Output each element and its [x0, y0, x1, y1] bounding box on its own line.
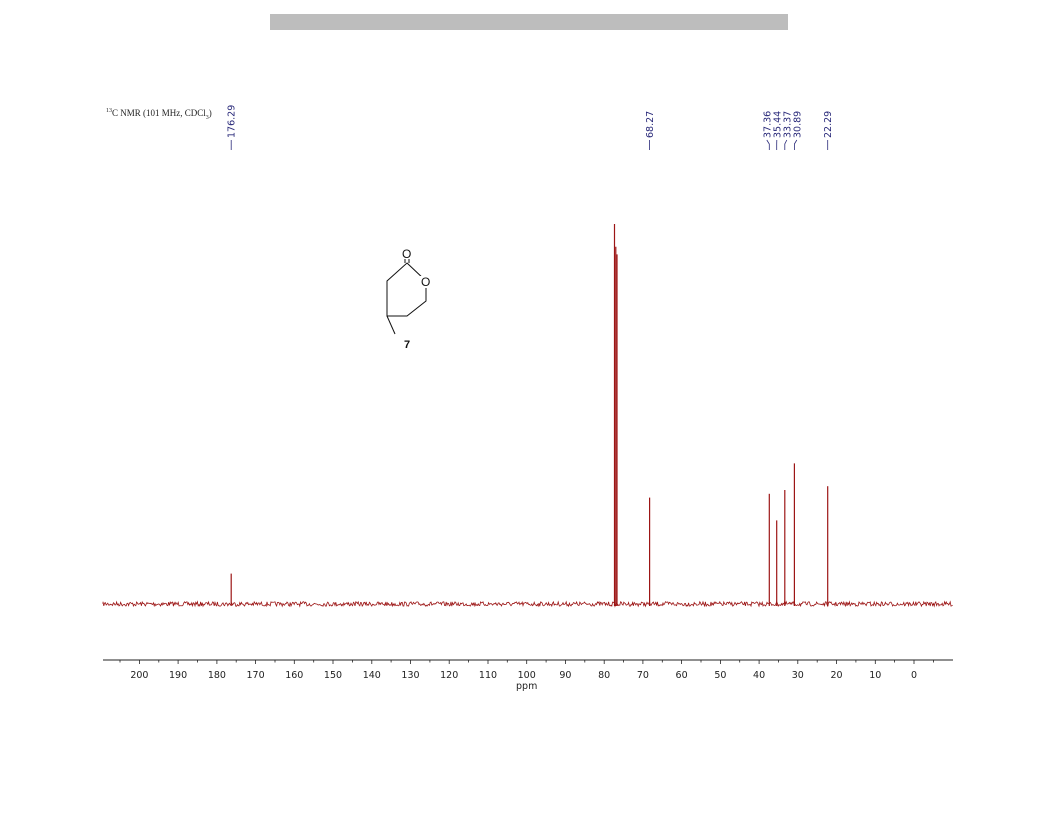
- baseline-trace: [102, 600, 953, 608]
- peaks: [230, 224, 829, 606]
- carbonyl-oxygen-label: O: [402, 247, 411, 261]
- tick-label-150: 150: [324, 670, 342, 681]
- tick-label-80: 80: [598, 670, 610, 681]
- nmr-spectrum-chart: O O 7 176.29 68.27 37.36 35.44 33.37 30.89 22.…: [102, 105, 953, 692]
- tick-label-90: 90: [559, 670, 571, 681]
- peak-label-text-5: 30.89: [792, 111, 803, 138]
- ring-oxygen-label: O: [421, 275, 430, 289]
- peak-label-text-0: 176.29: [227, 105, 238, 138]
- tick-label-0: 0: [911, 670, 917, 681]
- peak-label-1: 68.27: [645, 111, 656, 150]
- axis-title: ppm: [516, 681, 537, 692]
- tick-label-60: 60: [676, 670, 688, 681]
- ppm-axis: ppm 200 190 180 170 160 150 140 130 120 110 100 90 8…: [103, 659, 953, 692]
- peak-label-0: 176.29: [227, 105, 238, 150]
- peak-label-5: 30.89: [792, 111, 803, 150]
- peak-label-leader-5: [794, 139, 798, 150]
- tick-label-180: 180: [208, 670, 226, 681]
- compound-number: 7: [404, 339, 410, 351]
- peak-label-leader-2: [766, 139, 770, 150]
- compound-structure: O O 7: [386, 247, 431, 351]
- tick-label-140: 140: [363, 670, 381, 681]
- peak-label-text-6: 22.29: [823, 111, 834, 138]
- tick-label-10: 10: [869, 670, 881, 681]
- tick-label-160: 160: [285, 670, 303, 681]
- tick-label-190: 190: [169, 670, 187, 681]
- tick-label-20: 20: [830, 670, 842, 681]
- tick-label-70: 70: [637, 670, 649, 681]
- tick-label-40: 40: [753, 670, 765, 681]
- tick-label-130: 130: [401, 670, 419, 681]
- tick-label-110: 110: [479, 670, 497, 681]
- peak-label-leader-4: [784, 139, 788, 150]
- peak-label-text-1: 68.27: [645, 111, 656, 138]
- tick-label-120: 120: [440, 670, 458, 681]
- lactone-ring: [386, 262, 427, 317]
- tick-label-170: 170: [247, 670, 265, 681]
- baseline-noise: [102, 600, 953, 608]
- peak-label-6: 22.29: [823, 111, 834, 150]
- methyl-bond: [386, 315, 396, 335]
- tick-label-200: 200: [130, 670, 148, 681]
- tick-label-50: 50: [714, 670, 726, 681]
- peak-labels: 176.29 68.27 37.36 35.44 33.37 30.89 22.29: [227, 105, 834, 150]
- tick-label-100: 100: [518, 670, 536, 681]
- tick-label-30: 30: [792, 670, 804, 681]
